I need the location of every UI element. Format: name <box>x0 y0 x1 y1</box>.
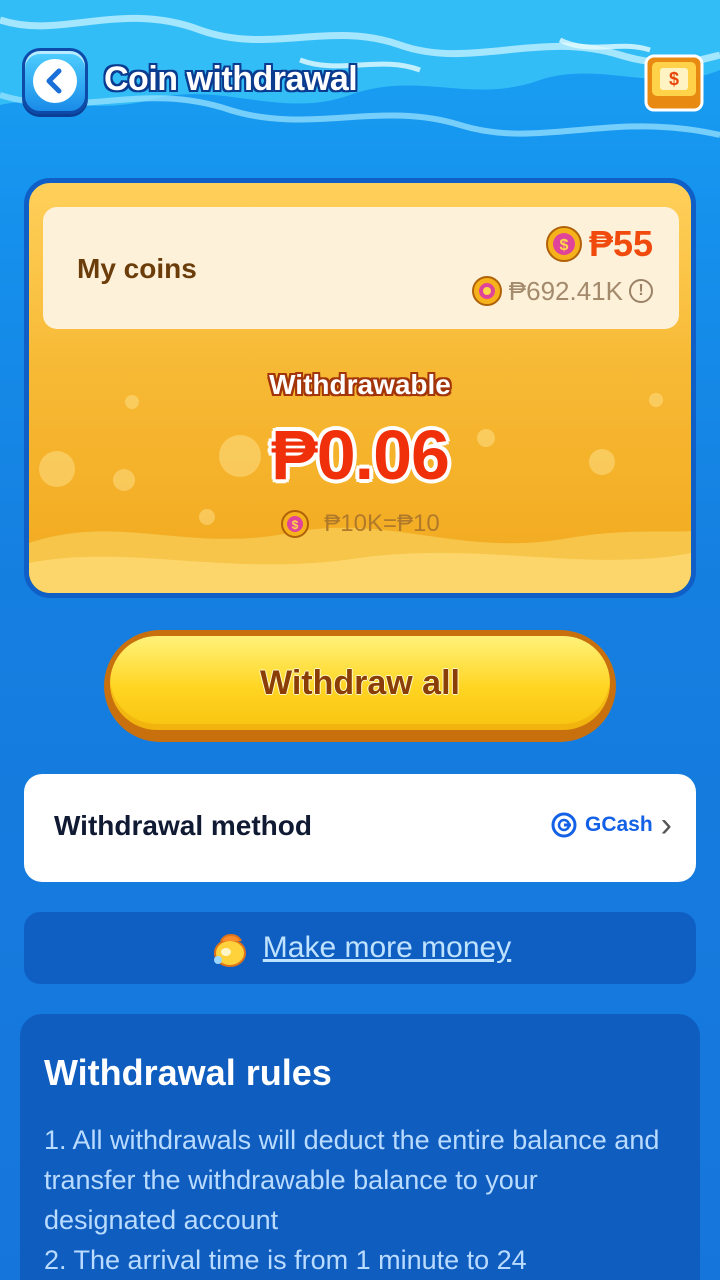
withdraw-all-label: Withdraw all <box>110 636 610 730</box>
coin-icon <box>471 276 502 306</box>
cash-value: ₱55 <box>588 223 653 264</box>
rules-text: 1. All withdrawals will deduct the entir… <box>44 1120 664 1280</box>
info-icon[interactable]: ! <box>629 279 653 303</box>
svg-text:$: $ <box>669 69 679 89</box>
withdrawal-method-row[interactable]: Withdrawal method GCash › <box>24 774 696 882</box>
balance-card: My coins $ ₱55 ₱692.41K ! Withdrawable ₱… <box>24 178 696 598</box>
chevron-left-icon <box>33 59 77 103</box>
withdrawal-method-selector[interactable]: GCash › <box>551 806 672 844</box>
withdrawal-rules-panel: Withdrawal rules 1. All withdrawals will… <box>20 1014 700 1280</box>
rules-title: Withdrawal rules <box>44 1052 332 1093</box>
my-coins-label: My coins <box>77 253 197 284</box>
top-bar: Coin withdrawal $ <box>0 44 720 122</box>
make-more-money-banner[interactable]: Make more money <box>24 912 696 984</box>
back-button[interactable] <box>22 48 88 114</box>
coin-icon: $ <box>545 226 582 262</box>
rule-line: 1. All withdrawals will deduct the entir… <box>44 1125 660 1235</box>
rule-line: 2. The arrival time is from 1 minute to … <box>44 1245 527 1275</box>
svg-text:$: $ <box>559 237 568 254</box>
exchange-rate-text: ₱10K=₱10 <box>324 510 440 537</box>
svg-text:$: $ <box>292 518 299 532</box>
money-bag-icon <box>213 934 246 967</box>
my-coins-panel: My coins $ ₱55 ₱692.41K ! <box>43 207 679 329</box>
make-more-money-link[interactable]: Make more money <box>263 931 511 965</box>
withdrawable-label: Withdrawable <box>269 369 451 400</box>
withdrawable-amount: ₱0.06 <box>271 416 450 494</box>
coin-icon: $ <box>281 510 310 538</box>
cash-balance: $ ₱55 <box>545 223 653 265</box>
coins-value: ₱692.41K <box>508 275 623 306</box>
withdrawal-method-label: Withdrawal method <box>54 810 312 841</box>
gcash-label: GCash <box>584 813 653 836</box>
withdraw-all-button[interactable]: Withdraw all <box>104 630 616 742</box>
gcash-logo-icon <box>551 812 577 838</box>
exchange-rate: $ ₱10K=₱10 <box>29 509 691 539</box>
page-title: Coin withdrawal <box>104 60 358 98</box>
wallet-dollar-icon[interactable]: $ <box>644 50 704 112</box>
chevron-right-icon: › <box>660 806 672 844</box>
coins-balance: ₱692.41K ! <box>471 275 653 307</box>
